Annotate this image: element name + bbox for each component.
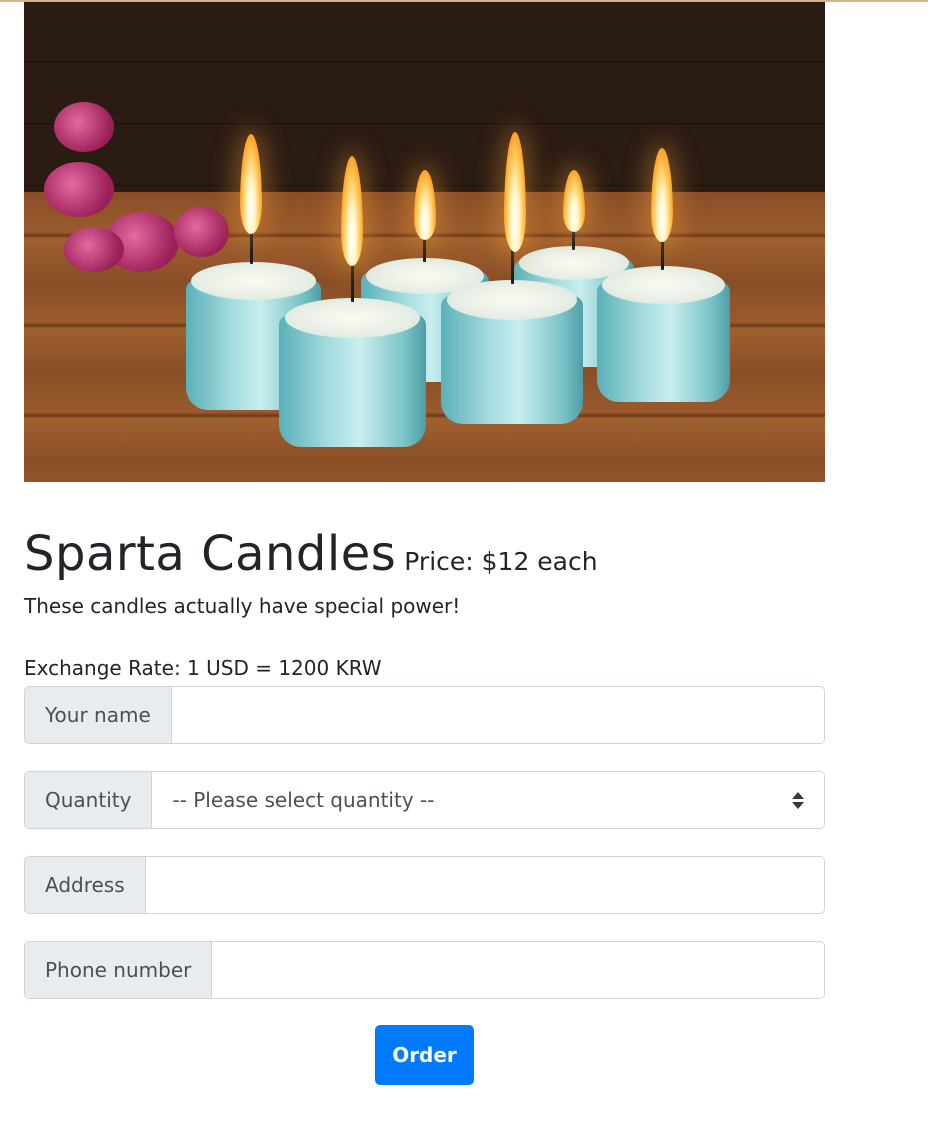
quantity-selected-value: -- Please select quantity -- (172, 788, 435, 812)
quantity-label: Quantity (25, 772, 153, 828)
phone-label: Phone number (25, 942, 213, 998)
candle (279, 156, 426, 447)
phone-input[interactable] (212, 942, 824, 998)
name-label: Your name (25, 687, 172, 743)
name-input[interactable] (171, 687, 824, 743)
button-row: Order (24, 1025, 825, 1085)
candle (597, 148, 730, 402)
quantity-select[interactable]: -- Please select quantity -- (152, 772, 824, 828)
product-image (24, 2, 825, 482)
select-arrows-icon (792, 791, 804, 809)
quantity-input-group: Quantity -- Please select quantity -- (24, 771, 825, 829)
phone-input-group: Phone number (24, 941, 825, 999)
product-price: Price: $12 each (404, 547, 598, 576)
title-row: Sparta Candles Price: $12 each (24, 526, 825, 582)
product-description: These candles actually have special powe… (24, 594, 461, 618)
candle (441, 132, 583, 424)
address-input[interactable] (145, 857, 824, 913)
address-input-group: Address (24, 856, 825, 914)
product-title: Sparta Candles (24, 526, 397, 582)
page-container: Sparta Candles Price: $12 each These can… (24, 2, 825, 1085)
exchange-rate: Exchange Rate: 1 USD = 1200 KRW (24, 656, 382, 680)
name-input-group: Your name (24, 686, 825, 744)
order-button[interactable]: Order (375, 1025, 474, 1085)
address-label: Address (25, 857, 146, 913)
